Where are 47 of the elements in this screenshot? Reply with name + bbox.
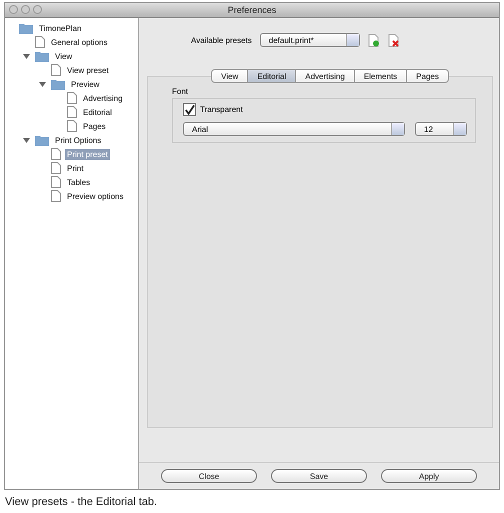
- window-title: Preferences: [228, 5, 276, 15]
- tree-item[interactable]: Advertising: [81, 92, 125, 104]
- tree-item[interactable]: View preset: [65, 64, 111, 76]
- checkbox[interactable]: [183, 103, 196, 116]
- document-icon: [51, 162, 61, 174]
- tab[interactable]: View: [211, 69, 248, 83]
- dialog-button[interactable]: Save: [271, 469, 367, 483]
- add-document-icon[interactable]: [368, 34, 380, 46]
- tree-item[interactable]: General options: [49, 36, 110, 48]
- document-icon: [67, 120, 77, 132]
- disclosure-triangle-icon[interactable]: [23, 136, 30, 144]
- document-icon: [51, 64, 61, 76]
- tab[interactable]: Pages: [407, 69, 449, 83]
- document-icon: [51, 190, 61, 202]
- tree-item[interactable]: Tables: [65, 176, 92, 188]
- delete-document-icon[interactable]: [388, 34, 400, 46]
- folder-icon: [51, 78, 65, 90]
- tree-item[interactable]: Preview: [69, 78, 102, 90]
- tab[interactable]: Editorial: [248, 69, 296, 83]
- checkbox-label: Transparent: [200, 105, 243, 114]
- tree-item[interactable]: Preview options: [65, 190, 126, 202]
- font-size-dropdown[interactable]: 12: [415, 122, 467, 136]
- folder-icon: [35, 134, 49, 146]
- presets-label: Available presets: [191, 36, 252, 44]
- tree-item[interactable]: Print: [65, 162, 86, 174]
- tree-item[interactable]: Pages: [81, 120, 108, 132]
- tree-item[interactable]: View: [53, 50, 74, 62]
- font-family-dropdown[interactable]: Arial: [183, 122, 405, 136]
- tree-item[interactable]: TimonePlan: [37, 22, 84, 34]
- presets-dropdown[interactable]: default.print*: [260, 33, 360, 47]
- disclosure-triangle-icon[interactable]: [39, 80, 46, 88]
- document-icon: [35, 36, 45, 48]
- folder-icon: [35, 50, 49, 62]
- dialog-button[interactable]: Apply: [381, 469, 477, 483]
- document-icon: [51, 176, 61, 188]
- document-icon: [67, 92, 77, 104]
- disclosure-triangle-icon[interactable]: [23, 52, 30, 60]
- tree-item[interactable]: Editorial: [81, 106, 114, 118]
- tab[interactable]: Elements: [354, 69, 408, 83]
- group-title: Font: [172, 87, 190, 96]
- document-icon: [67, 106, 77, 118]
- folder-icon: [19, 22, 33, 34]
- dialog-button[interactable]: Close: [161, 469, 257, 483]
- caption: View presets - the Editorial tab.: [5, 496, 158, 508]
- document-icon: [51, 148, 61, 160]
- tab[interactable]: Advertising: [296, 69, 355, 83]
- tree-item[interactable]: Print Options: [53, 134, 104, 146]
